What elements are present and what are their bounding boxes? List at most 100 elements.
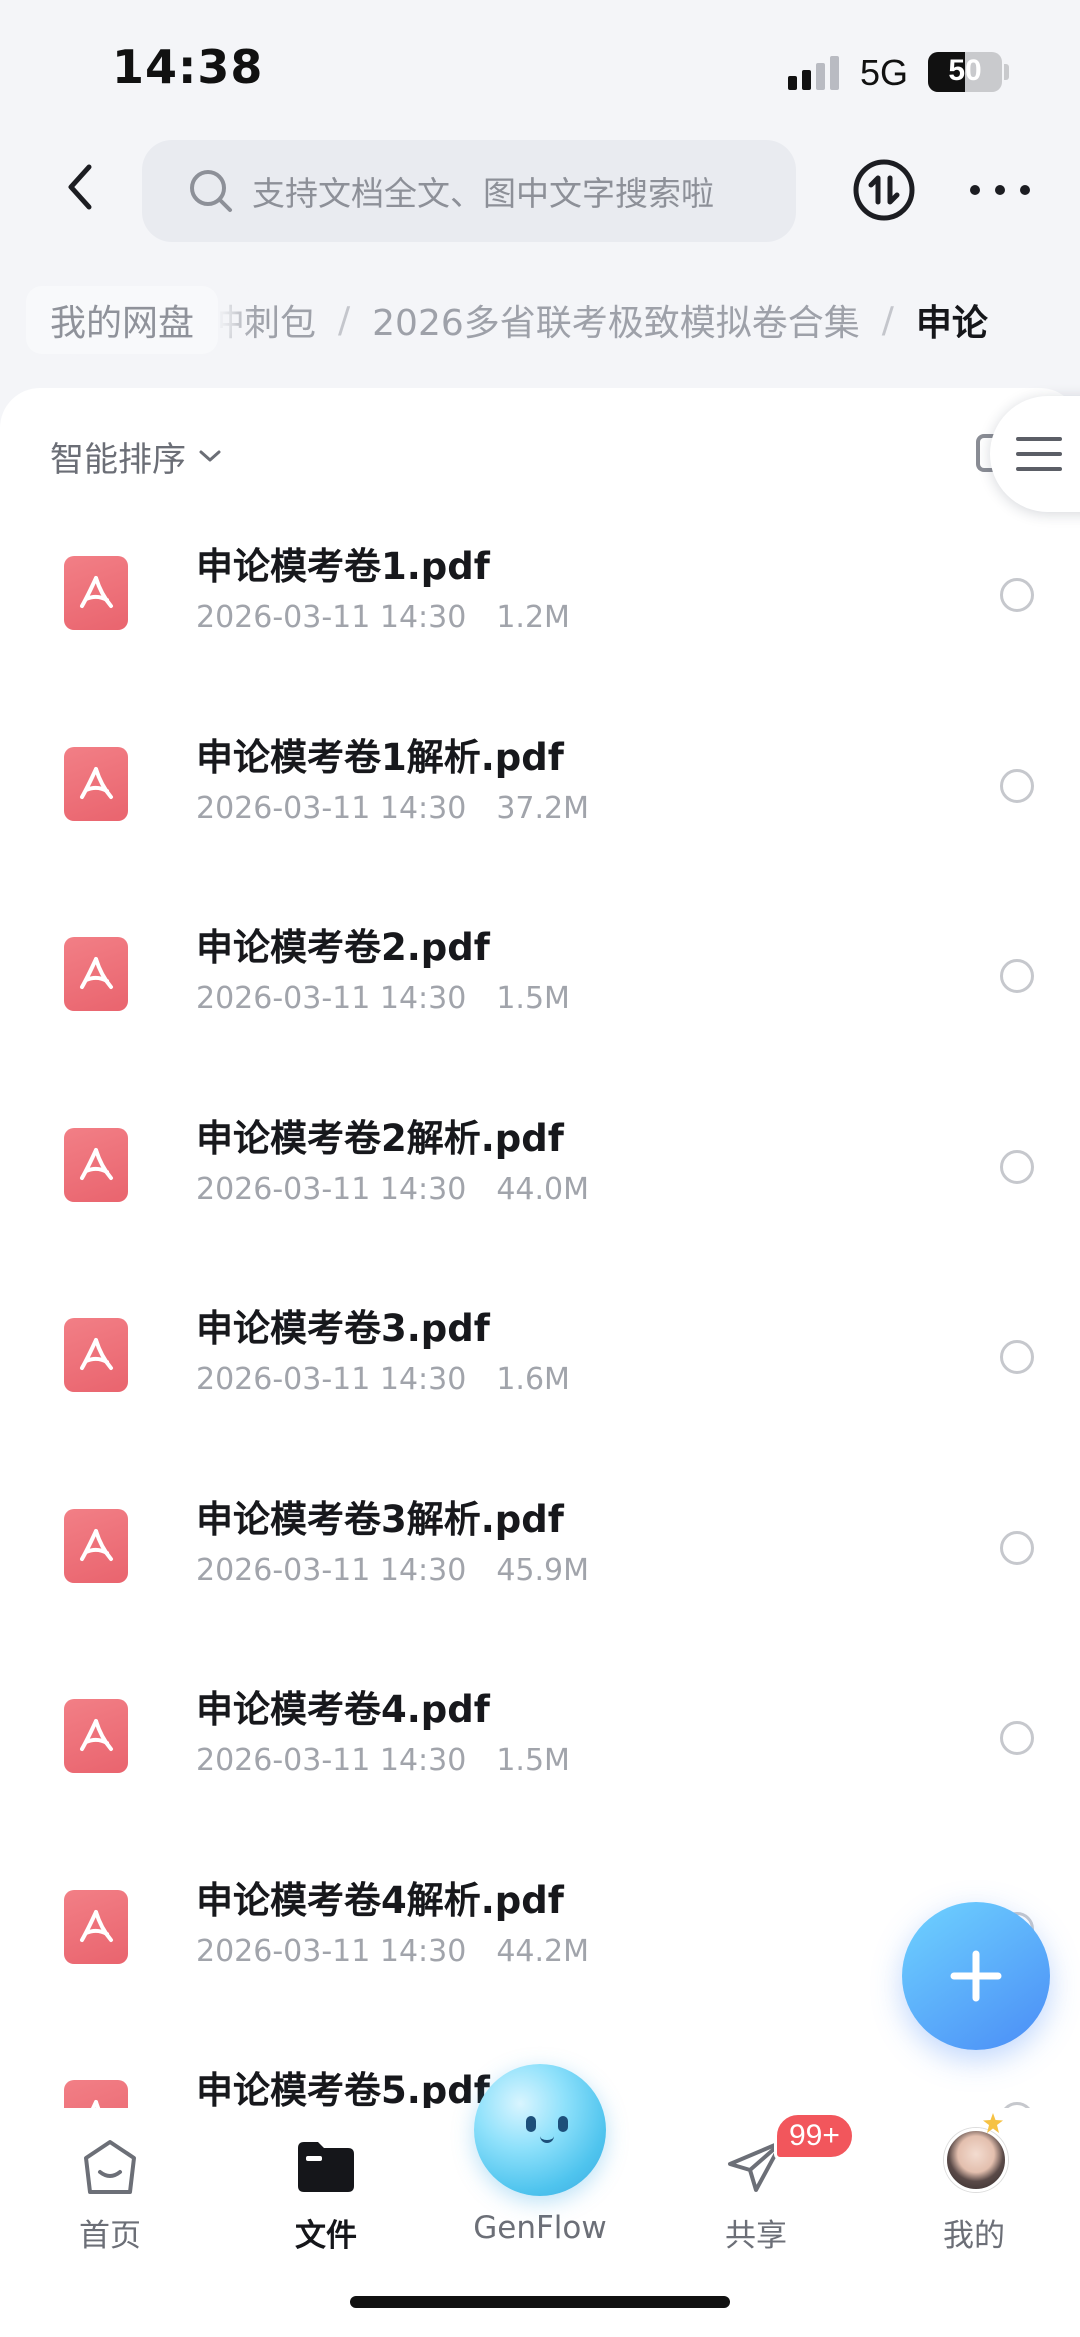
file-size: 1.5M xyxy=(496,1743,570,1778)
file-date: 2026-03-11 14:30 xyxy=(196,1552,467,1588)
file-item[interactable]: 申论模考卷1.pdf 2026-03-11 14:30 1.2M xyxy=(0,492,1080,683)
select-checkbox[interactable] xyxy=(1000,768,1034,803)
breadcrumb-current: 申论 xyxy=(915,303,988,344)
home-indicator xyxy=(350,2296,730,2308)
file-meta: 2026-03-11 14:30 1.6M xyxy=(196,1362,570,1397)
file-date: 2026-03-11 14:30 xyxy=(196,1933,467,1969)
file-size: 1.5M xyxy=(496,981,570,1016)
sort-dropdown[interactable]: 智能排序 xyxy=(50,426,222,486)
file-name: 申论模考卷3.pdf xyxy=(196,1307,490,1350)
pdf-file-icon xyxy=(64,556,128,630)
file-meta: 2026-03-11 14:30 45.9M xyxy=(196,1553,589,1588)
breadcrumb-separator: / xyxy=(881,299,894,341)
tab-label: GenFlow xyxy=(473,2210,607,2246)
file-size: 1.6M xyxy=(496,1362,570,1397)
orb-eye xyxy=(526,2116,536,2132)
file-item[interactable]: 申论模考卷2.pdf 2026-03-11 14:30 1.5M xyxy=(0,873,1080,1064)
status-bar: 14:38 5G 50 xyxy=(0,0,1080,130)
pdf-file-icon xyxy=(64,746,128,821)
file-panel: 智能排序 申论模考卷1.pdf 2026-03-11 14:30 1.2M 申论模… xyxy=(0,388,1080,2108)
pdf-file-icon xyxy=(64,937,128,1011)
genflow-orb-icon[interactable] xyxy=(474,2064,606,2196)
breadcrumb-root[interactable]: 我的网盘 xyxy=(26,286,219,354)
tab-label: 首页 xyxy=(79,2218,141,2254)
select-checkbox[interactable] xyxy=(1000,1340,1034,1374)
file-date: 2026-03-11 14:30 xyxy=(196,1743,467,1778)
file-size: 44.0M xyxy=(496,1171,590,1207)
select-checkbox[interactable] xyxy=(1000,1149,1034,1184)
avatar[interactable] xyxy=(944,2128,1008,2192)
tab-label: 我的 xyxy=(943,2218,1005,2254)
file-size: 37.2M xyxy=(496,790,590,826)
chevron-left-icon xyxy=(68,164,92,210)
file-name: 申论模考卷1.pdf xyxy=(196,545,490,588)
menu-lines-icon xyxy=(1016,437,1062,471)
tab-home[interactable]: 首页 xyxy=(30,2122,190,2254)
breadcrumb-item[interactable]: 2026多省联考极致模拟卷合集 xyxy=(372,294,860,346)
more-dot xyxy=(995,185,1005,195)
file-date: 2026-03-11 14:30 xyxy=(196,981,467,1016)
select-checkbox[interactable] xyxy=(1000,1721,1034,1755)
file-size: 44.2M xyxy=(496,1933,590,1969)
screen: 14:38 5G 50 支持文档全文、图中文字搜索啦 冲刺包 / 2026多省联… xyxy=(0,0,1080,2337)
file-list: 申论模考卷1.pdf 2026-03-11 14:30 1.2M 申论模考卷1解析… xyxy=(0,492,1080,2108)
star-icon xyxy=(983,2113,1003,2133)
more-dot xyxy=(1020,185,1030,195)
file-meta: 2026-03-11 14:30 44.0M xyxy=(196,1172,589,1207)
battery-cap xyxy=(1004,64,1009,80)
transfer-button[interactable] xyxy=(852,158,916,222)
file-meta: 2026-03-11 14:30 1.5M xyxy=(196,981,570,1016)
file-name: 申论模考卷3解析.pdf xyxy=(196,1497,564,1541)
file-name: 申论模考卷1解析.pdf xyxy=(196,735,564,779)
select-checkbox[interactable] xyxy=(1000,1530,1034,1565)
select-checkbox[interactable] xyxy=(1000,578,1034,612)
breadcrumb: 冲刺包 / 2026多省联考极致模拟卷合集 / 申论 我的网盘 xyxy=(0,280,1080,360)
home-icon xyxy=(84,2140,136,2194)
folder-icon xyxy=(298,2142,354,2192)
status-time: 14:38 xyxy=(112,40,264,94)
more-button[interactable] xyxy=(970,170,1030,210)
file-date: 2026-03-11 14:30 xyxy=(196,790,467,826)
breadcrumb-trail: 冲刺包 / 2026多省联考极致模拟卷合集 / 申论 xyxy=(208,280,988,360)
tab-label: 文件 xyxy=(295,2218,357,2254)
sort-label: 智能排序 xyxy=(50,439,186,480)
pdf-file-icon xyxy=(64,1889,128,1964)
orb-eye xyxy=(558,2116,568,2132)
file-item[interactable]: 申论模考卷4.pdf 2026-03-11 14:30 1.5M xyxy=(0,1635,1080,1826)
file-item[interactable]: 申论模考卷2解析.pdf 2026-03-11 14:30 44.0M xyxy=(0,1064,1080,1255)
search-input[interactable]: 支持文档全文、图中文字搜索啦 xyxy=(142,140,796,242)
notification-badge: 99+ xyxy=(774,2112,855,2160)
add-button[interactable] xyxy=(902,1902,1050,2050)
file-name: 申论模考卷5.pdf xyxy=(196,2069,490,2108)
pdf-file-icon xyxy=(64,2080,128,2108)
tab-label: 共享 xyxy=(725,2218,787,2254)
file-meta: 2026-03-11 14:30 1.2M xyxy=(196,600,570,635)
pdf-file-icon xyxy=(64,1508,128,1583)
plus-icon xyxy=(950,1950,1002,2002)
more-dot xyxy=(970,185,980,195)
file-item[interactable]: 申论模考卷3.pdf 2026-03-11 14:30 1.6M xyxy=(0,1254,1080,1445)
file-date: 2026-03-11 14:30 xyxy=(196,600,467,635)
file-size: 1.2M xyxy=(496,600,570,635)
file-meta: 2026-03-11 14:30 37.2M xyxy=(196,791,589,826)
breadcrumb-separator: / xyxy=(338,299,351,341)
search-placeholder: 支持文档全文、图中文字搜索啦 xyxy=(252,174,714,213)
file-name: 申论模考卷4解析.pdf xyxy=(196,1878,564,1922)
file-meta: 2026-03-11 14:30 1.5M xyxy=(196,1743,570,1778)
file-item[interactable]: 申论模考卷3解析.pdf 2026-03-11 14:30 45.9M xyxy=(0,1445,1080,1636)
pdf-file-icon xyxy=(64,1127,128,1202)
pdf-file-icon xyxy=(64,1318,128,1392)
file-date: 2026-03-11 14:30 xyxy=(196,1171,467,1207)
select-checkbox[interactable] xyxy=(1000,959,1034,993)
orb-mouth xyxy=(540,2136,554,2143)
back-button[interactable] xyxy=(50,150,110,224)
file-item[interactable]: 申论模考卷1解析.pdf 2026-03-11 14:30 37.2M xyxy=(0,683,1080,874)
battery-percent: 50 xyxy=(948,54,982,87)
battery-icon: 50 xyxy=(928,52,1002,92)
pdf-file-icon xyxy=(64,1699,128,1773)
transfer-icon xyxy=(853,159,915,221)
file-name: 申论模考卷2.pdf xyxy=(196,926,490,969)
signal-icon xyxy=(788,54,848,90)
breadcrumb-item[interactable]: 冲刺包 xyxy=(208,294,316,346)
tab-files[interactable]: 文件 xyxy=(246,2122,406,2254)
